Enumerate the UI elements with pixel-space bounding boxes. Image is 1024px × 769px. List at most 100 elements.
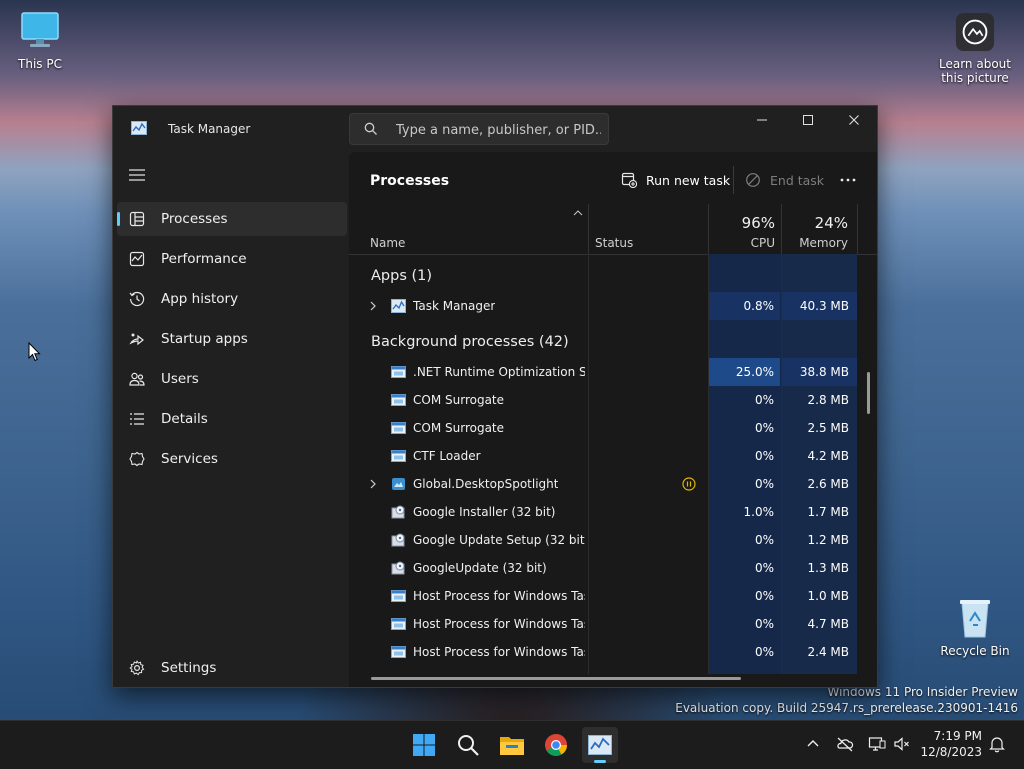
system-clock[interactable]: 7:19 PM 12/8/2023 xyxy=(920,728,982,760)
volume-muted-icon[interactable] xyxy=(893,735,911,753)
sort-ascending-icon xyxy=(573,210,583,216)
sidebar-item-settings[interactable]: Settings xyxy=(117,651,347,685)
minimize-button[interactable] xyxy=(739,106,785,134)
chevron-right-icon[interactable] xyxy=(369,301,377,311)
column-cpu[interactable]: CPU xyxy=(721,236,775,250)
monitor-icon xyxy=(21,12,59,47)
search-button[interactable] xyxy=(450,727,486,763)
sidebar-item-label: Startup apps xyxy=(161,331,248,347)
notification-bell-icon[interactable] xyxy=(988,735,1006,753)
run-new-task-icon xyxy=(621,172,637,188)
table-row[interactable]: CTF Loader 0% 4.2 MB xyxy=(349,442,859,470)
search-box[interactable] xyxy=(349,113,609,145)
process-cpu: 1.0% xyxy=(743,505,775,519)
window-process-icon xyxy=(391,366,406,378)
processes-panel: Processes Run new task End task Name Sta… xyxy=(349,152,877,687)
process-name: CTF Loader xyxy=(413,449,481,463)
column-name[interactable]: Name xyxy=(370,236,405,250)
process-name: .NET Runtime Optimization Se... xyxy=(413,365,585,379)
title-bar[interactable]: Task Manager xyxy=(113,106,877,152)
close-icon xyxy=(849,115,859,125)
process-cpu: 0% xyxy=(754,533,774,547)
sidebar-item-services[interactable]: Services xyxy=(117,442,347,476)
process-memory: 38.8 MB xyxy=(782,358,857,386)
table-row[interactable]: Host Process for Windows Tasks 0% 1.0 MB xyxy=(349,582,859,610)
chevron-up-icon[interactable] xyxy=(804,735,822,753)
column-status[interactable]: Status xyxy=(595,236,633,250)
process-name: Google Update Setup (32 bit) xyxy=(413,533,585,547)
process-memory: 2.4 MB xyxy=(807,645,849,659)
process-memory: 4.7 MB xyxy=(807,617,849,631)
maximize-icon xyxy=(803,115,813,125)
process-cpu: 0% xyxy=(754,393,774,407)
process-name: GoogleUpdate (32 bit) xyxy=(413,561,547,575)
desktop-icon-recycle-bin[interactable]: Recycle Bin xyxy=(937,597,1013,658)
clock-date: 12/8/2023 xyxy=(920,745,982,759)
process-name: Google Installer (32 bit) xyxy=(413,505,556,519)
window-process-icon xyxy=(391,394,406,406)
network-icon[interactable] xyxy=(868,735,886,753)
end-task-button[interactable]: End task xyxy=(745,166,824,194)
table-row[interactable]: .NET Runtime Optimization Se... 25.0% 38… xyxy=(349,358,859,386)
chrome-icon xyxy=(545,734,567,756)
evaluation-watermark: Windows 11 Pro Insider Preview Evaluatio… xyxy=(675,684,1018,716)
chevron-right-icon[interactable] xyxy=(369,479,377,489)
run-new-task-button[interactable]: Run new task xyxy=(621,166,730,194)
sidebar-item-processes[interactable]: Processes xyxy=(117,202,347,236)
table-row[interactable]: COM Surrogate 0% 2.5 MB xyxy=(349,414,859,442)
start-button[interactable] xyxy=(406,727,442,763)
spotlight-camera-icon xyxy=(955,12,995,52)
close-button[interactable] xyxy=(831,106,877,134)
users-icon xyxy=(129,372,145,386)
cpu-total-percent: 96% xyxy=(741,214,775,232)
search-input[interactable] xyxy=(394,119,603,141)
process-cpu: 0.8% xyxy=(709,292,780,320)
sidebar-item-performance[interactable]: Performance xyxy=(117,242,347,276)
process-name: Host Process for Windows Tasks xyxy=(413,645,585,659)
table-row[interactable]: Host Process for Windows Tasks 0% 2.4 MB xyxy=(349,638,859,666)
desktop-icon-learn-about[interactable]: Learn about this picture xyxy=(936,12,1014,85)
task-manager-taskbar-button[interactable] xyxy=(582,727,618,763)
desktop-icon-this-pc[interactable]: This PC xyxy=(2,10,78,71)
sidebar-item-details[interactable]: Details xyxy=(117,402,347,436)
vertical-scrollbar[interactable] xyxy=(867,372,870,414)
maximize-button[interactable] xyxy=(785,106,831,134)
end-task-label: End task xyxy=(770,172,825,188)
table-row[interactable]: Host Process for Windows Tasks 0% 4.7 MB xyxy=(349,610,859,638)
watermark-line: Evaluation copy. Build 25947.rs_prerelea… xyxy=(675,701,1018,715)
recycle-bin-icon xyxy=(960,600,990,638)
process-memory: 1.2 MB xyxy=(807,533,849,547)
process-name: COM Surrogate xyxy=(413,393,505,407)
minimize-icon xyxy=(757,119,767,121)
process-cpu: 25.0% xyxy=(709,358,780,386)
sidebar-item-users[interactable]: Users xyxy=(117,362,347,396)
chrome-button[interactable] xyxy=(538,727,574,763)
table-row[interactable]: GoogleUpdate (32 bit) 0% 1.3 MB xyxy=(349,554,859,582)
end-task-icon xyxy=(746,173,760,187)
process-cpu: 0% xyxy=(754,617,774,631)
column-divider xyxy=(708,204,709,254)
table-row[interactable]: Global.DesktopSpotlight 0% 2.6 MB xyxy=(349,470,859,498)
table-row[interactable]: Google Update Setup (32 bit) 0% 1.2 MB xyxy=(349,526,859,554)
horizontal-scrollbar[interactable] xyxy=(371,677,741,680)
window-process-icon xyxy=(391,422,406,434)
table-row[interactable]: COM Surrogate 0% 2.8 MB xyxy=(349,386,859,414)
windows-logo-icon xyxy=(413,734,435,756)
spotlight-app-icon xyxy=(392,478,405,490)
column-memory[interactable]: Memory xyxy=(789,236,848,250)
window-title: Task Manager xyxy=(168,122,251,136)
onedrive-offline-icon[interactable] xyxy=(836,735,854,753)
table-row[interactable]: Task Manager 0.8% 40.3 MB xyxy=(349,292,859,320)
hamburger-menu-icon[interactable] xyxy=(129,168,145,182)
file-explorer-button[interactable] xyxy=(494,727,530,763)
more-options-icon xyxy=(840,178,856,182)
sidebar-item-app-history[interactable]: App history xyxy=(117,282,347,316)
desktop-icon-label: Recycle Bin xyxy=(940,644,1010,658)
sidebar-item-label: Users xyxy=(161,371,199,387)
more-options-button[interactable] xyxy=(839,166,857,194)
sidebar-item-startup-apps[interactable]: Startup apps xyxy=(117,322,347,356)
sidebar: Processes Performance App history Startu… xyxy=(113,152,349,687)
search-icon xyxy=(458,735,479,756)
task-manager-app-icon xyxy=(131,121,147,135)
table-row[interactable]: Google Installer (32 bit) 1.0% 1.7 MB xyxy=(349,498,859,526)
